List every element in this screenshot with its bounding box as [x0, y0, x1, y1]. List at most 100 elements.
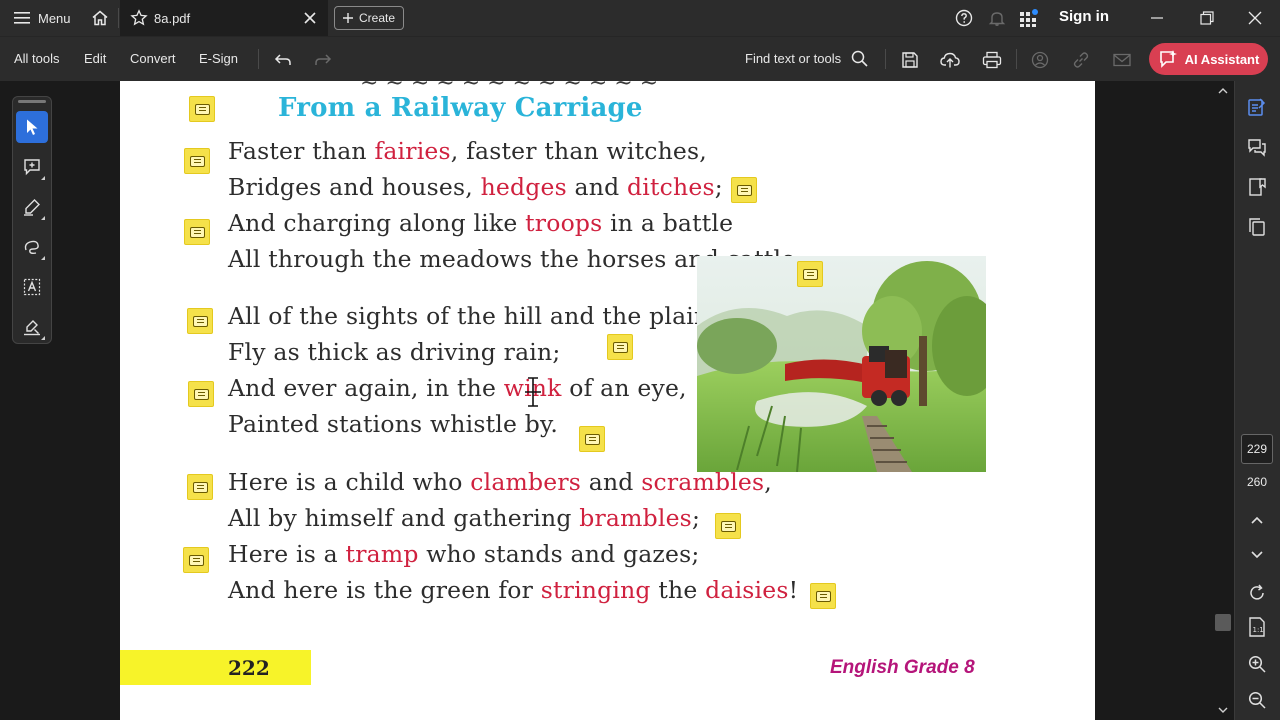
pages-panel-button[interactable]	[1245, 215, 1269, 239]
sticky-note[interactable]	[184, 219, 210, 245]
sticky-note[interactable]	[810, 583, 836, 609]
minimize-button[interactable]	[1143, 4, 1171, 32]
zoom-in-icon	[1248, 655, 1266, 673]
add-comment-icon	[24, 159, 40, 176]
copy-pages-icon	[1249, 218, 1265, 236]
toolbar-divider	[885, 49, 886, 69]
cloud-upload-icon	[940, 52, 960, 68]
share-user-button[interactable]	[1029, 48, 1053, 72]
draw-tool[interactable]	[16, 231, 48, 263]
bookmark-icon	[1249, 178, 1266, 196]
edit-menu[interactable]: Edit	[84, 51, 106, 66]
sticky-note[interactable]	[715, 513, 741, 539]
sticky-note[interactable]	[187, 308, 213, 334]
sticky-note[interactable]	[189, 96, 215, 122]
sticky-note[interactable]	[579, 426, 605, 452]
search-icon	[851, 50, 868, 67]
chevron-up-icon	[1251, 516, 1263, 524]
ai-assistant-icon	[1159, 50, 1177, 68]
document-tab[interactable]: 8a.pdf	[120, 0, 328, 36]
help-icon	[955, 9, 973, 27]
page-number-band	[120, 650, 311, 685]
save-button[interactable]	[898, 48, 922, 72]
main-toolbar: All tools Edit Convert E-Sign Find text …	[0, 36, 1280, 81]
vertical-scrollbar[interactable]	[1212, 81, 1234, 720]
bookmarks-panel-button[interactable]	[1245, 175, 1269, 199]
star-icon[interactable]	[130, 9, 148, 27]
rotate-view-button[interactable]	[1245, 581, 1269, 605]
poem-line: Bridges and houses, hedges and ditches;	[228, 173, 723, 201]
print-icon	[982, 51, 1002, 69]
edit-pdf-panel-button[interactable]	[1245, 95, 1269, 119]
toolbar-divider	[258, 49, 259, 69]
svg-text:1:1: 1:1	[1253, 626, 1264, 634]
help-button[interactable]	[952, 6, 976, 30]
freehand-draw-icon	[24, 240, 39, 255]
scroll-down-icon[interactable]	[1218, 706, 1228, 714]
next-page-button[interactable]	[1245, 542, 1269, 566]
select-tool[interactable]	[16, 111, 48, 143]
email-button[interactable]	[1110, 48, 1134, 72]
chevron-down-icon	[1251, 551, 1263, 559]
pen-sign-icon	[24, 320, 40, 336]
text-box-tool[interactable]	[16, 271, 48, 303]
cursor-arrow-icon	[27, 119, 38, 135]
close-icon	[304, 12, 316, 24]
undo-button[interactable]	[271, 48, 295, 72]
redo-icon	[315, 54, 332, 65]
sticky-note[interactable]	[797, 261, 823, 287]
zoom-in-button[interactable]	[1245, 652, 1269, 676]
sticky-note[interactable]	[607, 334, 633, 360]
sign-tool[interactable]	[16, 311, 48, 343]
sticky-note[interactable]	[183, 547, 209, 573]
poem-line: Painted stations whistle by.	[228, 410, 558, 438]
close-window-button[interactable]	[1241, 4, 1269, 32]
highlight-tool[interactable]	[16, 191, 48, 223]
sticky-note[interactable]	[731, 177, 757, 203]
sign-in-button[interactable]: Sign in	[1059, 8, 1109, 25]
book-footer: English Grade 8	[830, 657, 975, 678]
zoom-out-button[interactable]	[1245, 688, 1269, 712]
find-text-or-tools[interactable]: Find text or tools	[745, 50, 868, 67]
previous-page-button[interactable]	[1245, 509, 1269, 533]
scroll-up-icon[interactable]	[1218, 87, 1228, 95]
user-add-icon	[1031, 51, 1049, 69]
home-button[interactable]	[88, 6, 112, 30]
minimize-icon	[1151, 17, 1163, 19]
sticky-note[interactable]	[188, 381, 214, 407]
poem-line: All of the sights of the hill and the pl…	[228, 302, 710, 330]
all-tools-menu[interactable]: All tools	[14, 51, 60, 66]
redo-button[interactable]	[311, 48, 335, 72]
restore-button[interactable]	[1193, 4, 1221, 32]
print-button[interactable]	[980, 48, 1004, 72]
highlighter-icon	[24, 199, 40, 216]
ai-assistant-button[interactable]: AI Assistant	[1149, 43, 1268, 75]
esign-menu[interactable]: E-Sign	[199, 51, 238, 66]
poem-line: And here is the green for stringing the …	[228, 576, 799, 604]
link-button[interactable]	[1069, 48, 1093, 72]
sticky-note[interactable]	[184, 148, 210, 174]
text-cursor-icon	[525, 377, 541, 407]
rail-drag-handle[interactable]	[18, 100, 46, 103]
notifications-button[interactable]	[985, 6, 1009, 30]
apps-button[interactable]	[1017, 6, 1041, 30]
fit-page-button[interactable]: 1:1	[1245, 615, 1269, 639]
menu-button[interactable]: Menu	[8, 6, 77, 30]
upload-button[interactable]	[938, 48, 962, 72]
convert-menu[interactable]: Convert	[130, 51, 176, 66]
pdf-page[interactable]: ~ ~ ~ ~ ~ ~ ~ ~ ~ ~ ~ ~ From a Railway C…	[120, 81, 1095, 720]
current-page-input[interactable]: 229	[1241, 434, 1273, 464]
create-label: Create	[358, 11, 396, 25]
poem-line: Fly as thick as driving rain;	[228, 338, 561, 366]
fit-page-icon: 1:1	[1249, 617, 1265, 637]
comments-panel-button[interactable]	[1245, 135, 1269, 159]
link-icon	[1073, 52, 1089, 68]
add-comment-tool[interactable]	[16, 151, 48, 183]
create-button[interactable]: Create	[334, 6, 404, 30]
scrollbar-thumb[interactable]	[1215, 614, 1231, 631]
close-tab-button[interactable]	[300, 8, 320, 28]
poem-line: Faster than fairies, faster than witches…	[228, 137, 707, 165]
plus-icon	[342, 13, 353, 23]
poem-title: From a Railway Carriage	[278, 93, 643, 123]
sticky-note[interactable]	[187, 474, 213, 500]
